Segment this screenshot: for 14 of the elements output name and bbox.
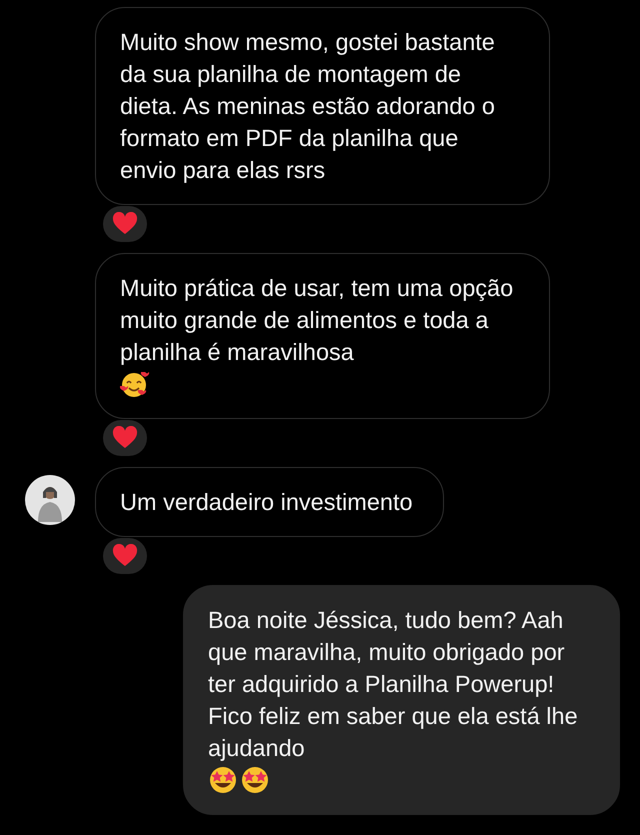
star-eyes-face-icon: [208, 765, 238, 795]
heart-reaction[interactable]: [103, 206, 147, 242]
heart-icon: [112, 212, 138, 236]
heart-icon: [112, 544, 138, 568]
message-text: Boa noite Jéssica, tudo bem? Aah que maravilha, muito obrigado por ter adquirido a Planilha Powerup! Fico feliz em saber que ela está lhe ajudando: [208, 606, 579, 763]
heart-reaction[interactable]: [103, 420, 147, 456]
message-text: Muito prática de usar, tem uma opção muito grande de alimentos e toda a planilha é maravilhosa: [120, 274, 514, 367]
heart-icon: [112, 426, 138, 450]
message-text: Muito show mesmo, gostei bastante da sua planilha de montagem de dieta. As meninas estão adorando o formato em PDF da planilha que envio para elas rsrs: [120, 28, 496, 185]
avatar[interactable]: [24, 474, 76, 526]
heart-reaction[interactable]: [103, 538, 147, 574]
smiling-face-with-hearts-icon: [120, 370, 150, 398]
star-eyes-face-icon: [240, 765, 270, 795]
message-text: Um verdadeiro investimento: [120, 488, 413, 517]
